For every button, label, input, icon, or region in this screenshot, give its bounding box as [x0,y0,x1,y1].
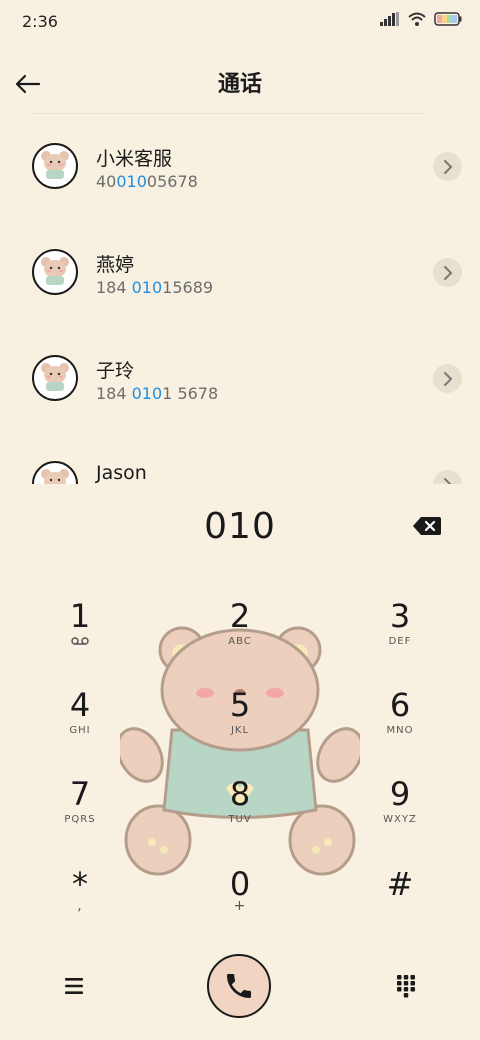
backspace-button[interactable] [410,514,444,538]
contact-avatar [32,143,78,189]
signal-icon [380,12,399,26]
bear-avatar-icon [41,257,69,285]
wifi-icon [408,12,426,26]
status-time: 2:36 [22,12,58,31]
keypad-icon [397,975,415,998]
status-icons [380,12,462,26]
key-3[interactable]: 3 DEF [345,598,455,678]
key-5[interactable]: 5 JKL [185,687,295,767]
contact-detail-button[interactable] [433,152,462,181]
bear-avatar-icon [41,363,69,391]
contact-number: 184 01015689 [96,278,214,297]
key-star[interactable]: * , [25,866,135,946]
dialed-number: 010 [204,506,276,547]
key-9[interactable]: 9 WXYZ [345,776,455,856]
header: 通话 [0,56,480,112]
bear-avatar-icon [41,469,69,484]
contact-row[interactable]: 小米客服 4001005678 [0,114,480,220]
contact-name: Jason [96,462,147,484]
menu-button[interactable] [50,962,98,1010]
contact-number: 184 0101 5678 [96,384,219,403]
chevron-right-icon [443,265,452,280]
chevron-right-icon [443,371,452,386]
bear-avatar-icon [41,151,69,179]
voicemail-icon [25,636,135,649]
key-1[interactable]: 1 [25,598,135,678]
contact-name: 小米客服 [96,148,173,170]
key-4[interactable]: 4 GHI [25,687,135,767]
contact-row[interactable]: 燕婷 184 01015689 [0,220,480,326]
page-title: 通话 [217,72,262,97]
chevron-right-icon [443,159,452,174]
call-button[interactable] [207,954,271,1018]
backspace-icon [413,517,441,535]
contact-number: 4001005678 [96,172,198,191]
key-8[interactable]: 8 TUV [185,776,295,856]
contact-avatar [32,355,78,401]
key-7[interactable]: 7 PQRS [25,776,135,856]
keypad-toggle-button[interactable] [382,962,430,1010]
contact-avatar [32,249,78,295]
phone-icon [227,974,251,998]
contact-name: 子玲 [96,360,135,382]
contact-detail-button[interactable] [433,258,462,287]
contact-detail-button[interactable] [433,364,462,393]
contact-row[interactable]: Jason [0,432,480,484]
contact-detail-button[interactable] [433,470,462,484]
contact-avatar [32,461,78,484]
key-2[interactable]: 2 ABC [185,598,295,678]
battery-icon [434,12,462,26]
contact-list[interactable]: 小米客服 4001005678 燕婷 184 01015689 子玲 184 0… [0,114,480,484]
contact-name: 燕婷 [96,254,135,276]
key-0[interactable]: 0 + [185,866,295,946]
chevron-right-icon [443,477,452,484]
menu-icon [65,978,83,994]
status-bar: 2:36 [0,0,480,44]
contact-row[interactable]: 子玲 184 0101 5678 [0,326,480,432]
key-6[interactable]: 6 MNO [345,687,455,767]
key-hash[interactable]: # [345,866,455,946]
